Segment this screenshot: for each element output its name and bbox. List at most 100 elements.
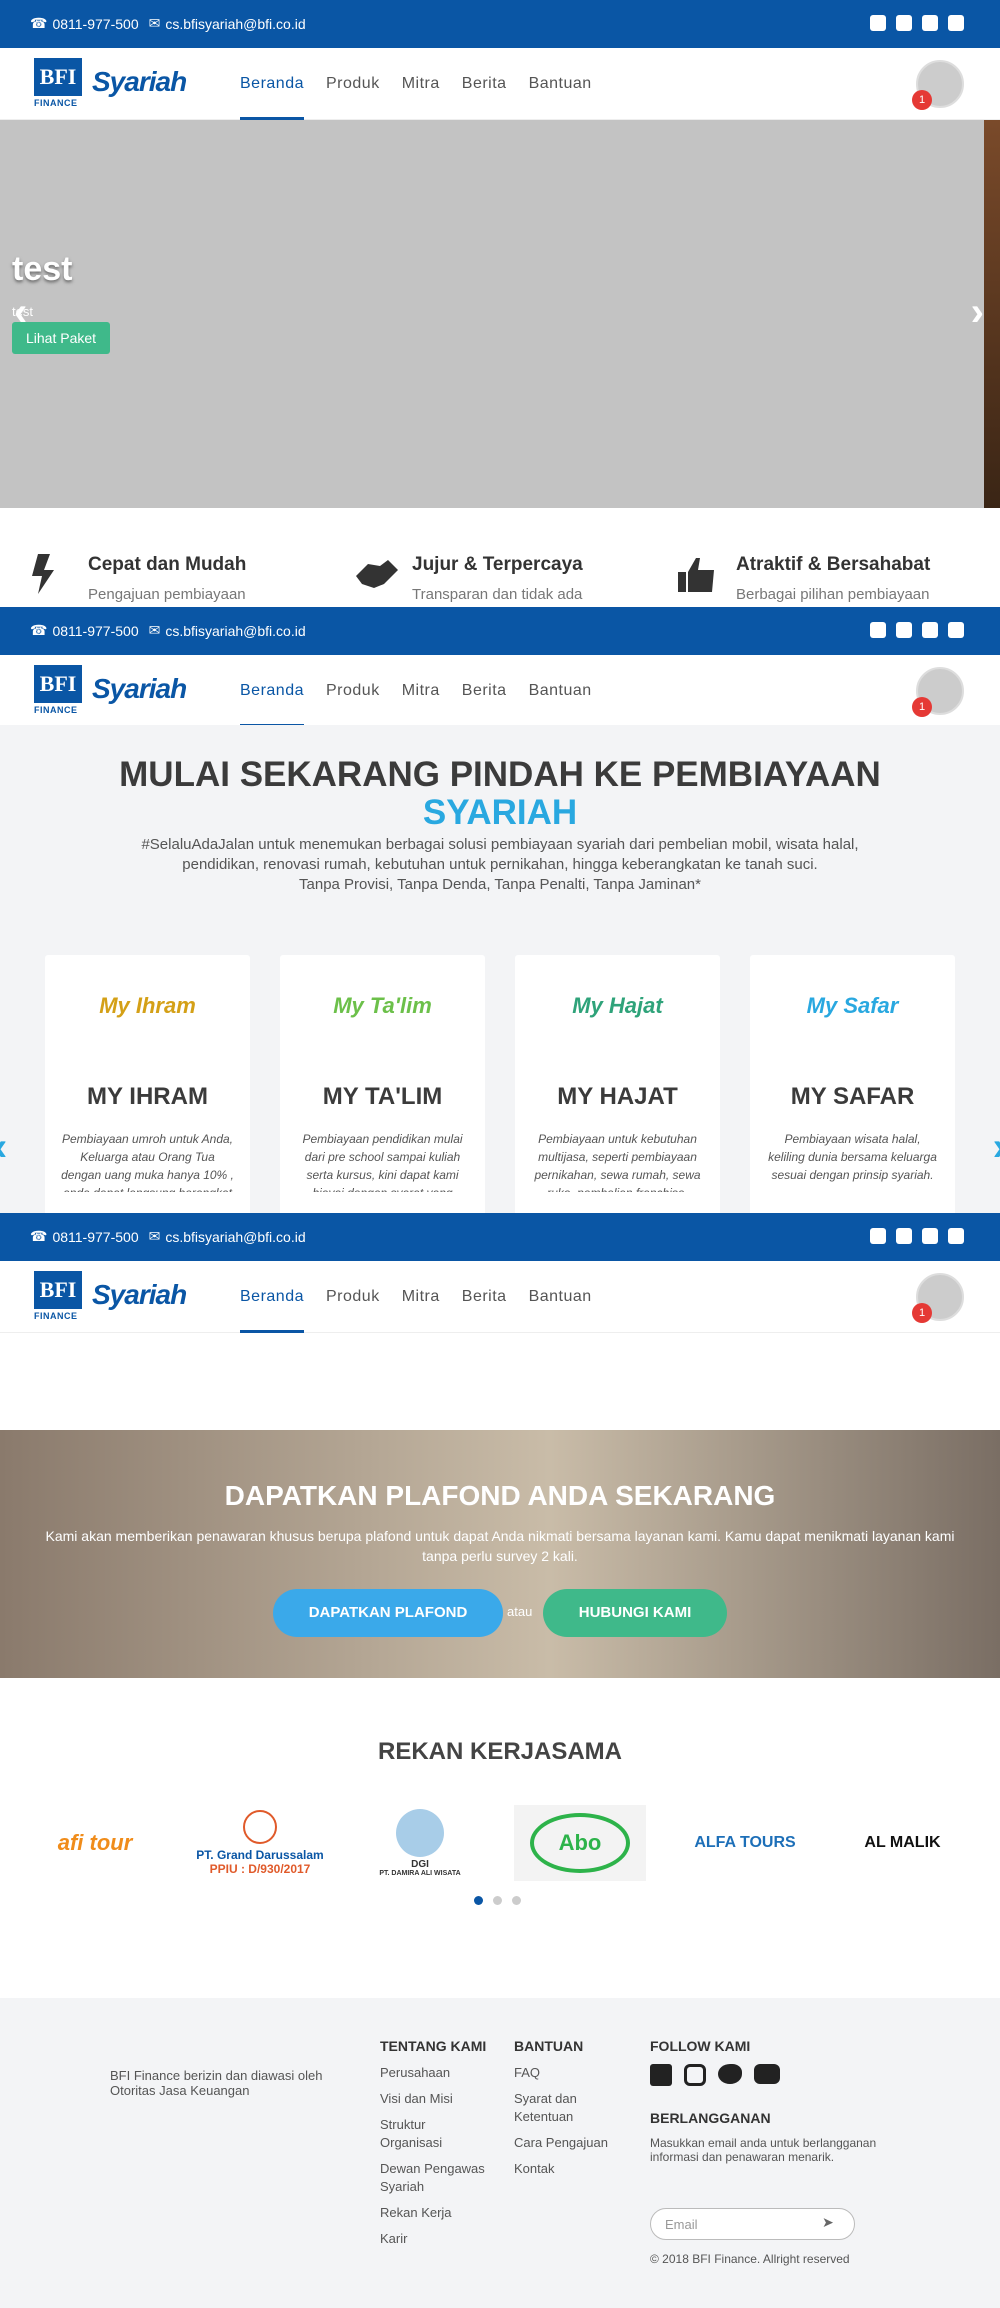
avatar[interactable]: 1	[912, 60, 964, 110]
navbar: BFI FINANCE Syariah Beranda Produk Mitra…	[0, 1261, 1000, 1333]
nav-bantuan[interactable]: Bantuan	[529, 48, 592, 120]
twitter-icon[interactable]	[922, 15, 938, 31]
main-nav: Beranda Produk Mitra Berita Bantuan	[240, 48, 592, 120]
plafond-description: Kami akan memberikan penawaran khusus be…	[45, 1528, 955, 1564]
carousel-dot[interactable]	[493, 1896, 502, 1905]
footer-link[interactable]: Rekan Kerja	[380, 2204, 490, 2222]
nav-mitra[interactable]: Mitra	[402, 1261, 440, 1333]
twitter-icon[interactable]	[718, 2064, 742, 2084]
footer-tentang: TENTANG KAMI Perusahaan Visi dan Misi St…	[380, 2038, 490, 2256]
nav-beranda[interactable]: Beranda	[240, 655, 304, 727]
facebook-icon[interactable]	[896, 1228, 912, 1244]
nav-beranda[interactable]: Beranda	[240, 1261, 304, 1333]
bfi-syariah-logo[interactable]: BFI FINANCE Syariah	[34, 1271, 204, 1323]
twitter-icon[interactable]	[922, 1228, 938, 1244]
phone-icon: ☎	[30, 15, 48, 31]
chevron-left-icon[interactable]: ‹	[14, 290, 27, 335]
nav-bantuan[interactable]: Bantuan	[529, 655, 592, 727]
bfi-syariah-logo[interactable]: BFI FINANCE Syariah	[34, 665, 204, 717]
partners-title: REKAN KERJASAMA	[377, 1738, 623, 1765]
section-description: #SelaluAdaJalan untuk menemukan berbagai…	[141, 836, 859, 893]
twitter-icon[interactable]	[922, 622, 938, 638]
top-bar: ☎ 0811-977-500 ✉ cs.bfisyariah@bfi.co.id	[0, 607, 1000, 655]
instagram-icon[interactable]	[870, 622, 886, 638]
hubungi-kami-button[interactable]: HUBUNGI KAMI	[543, 1589, 727, 1637]
youtube-icon[interactable]	[948, 15, 964, 31]
footer-link[interactable]: Perusahaan	[380, 2064, 490, 2082]
features-strip: Cepat dan Mudah Pengajuan pembiayaan Juj…	[0, 508, 1000, 608]
carousel-dot[interactable]	[474, 1896, 483, 1905]
phone-contact[interactable]: ☎ 0811-977-500	[30, 15, 139, 32]
footer-bantuan: BANTUAN FAQ Syarat dan Ketentuan Cara Pe…	[514, 2038, 614, 2186]
footer-about: BFI Finance berizin dan diawasi oleh Oto…	[110, 2068, 323, 2098]
nav-produk[interactable]: Produk	[326, 655, 380, 727]
footer-link[interactable]: Dewan Pengawas Syariah	[380, 2160, 490, 2196]
nav-beranda[interactable]: Beranda	[240, 48, 304, 120]
avatar[interactable]: 1	[912, 667, 964, 717]
phone-contact[interactable]: ☎ 0811-977-500	[30, 622, 139, 639]
main-nav: Beranda Produk Mitra Berita Bantuan	[240, 655, 592, 727]
main-nav: Beranda Produk Mitra Berita Bantuan	[240, 1261, 592, 1333]
instagram-icon[interactable]	[684, 2064, 706, 2086]
youtube-icon[interactable]	[754, 2064, 780, 2084]
top-bar: ☎ 0811-977-500 ✉ cs.bfisyariah@bfi.co.id	[0, 0, 1000, 48]
phone-contact[interactable]: ☎ 0811-977-500	[30, 1228, 139, 1245]
email-contact[interactable]: ✉ cs.bfisyariah@bfi.co.id	[149, 15, 306, 32]
nav-berita[interactable]: Berita	[462, 655, 507, 727]
nav-mitra[interactable]: Mitra	[402, 655, 440, 727]
dgi-globe-icon	[396, 1809, 444, 1857]
carousel-dot[interactable]	[512, 1896, 521, 1905]
facebook-icon[interactable]	[650, 2064, 672, 2086]
nav-mitra[interactable]: Mitra	[402, 48, 440, 120]
nav-berita[interactable]: Berita	[462, 48, 507, 120]
notification-badge: 1	[912, 1303, 932, 1323]
footer-link[interactable]: Struktur Organisasi	[380, 2116, 490, 2152]
facebook-icon[interactable]	[896, 622, 912, 638]
footer-link[interactable]: Visi dan Misi	[380, 2090, 490, 2108]
phone-icon: ☎	[30, 1228, 48, 1244]
lightning-icon	[32, 554, 54, 594]
youtube-icon[interactable]	[948, 622, 964, 638]
footer-link[interactable]: FAQ	[514, 2064, 614, 2082]
next-slide-peek	[984, 120, 1000, 508]
email-contact[interactable]: ✉ cs.bfisyariah@bfi.co.id	[149, 1228, 306, 1245]
chevron-left-icon[interactable]: ‹	[0, 1125, 7, 1170]
partner-logo[interactable]: ALFA TOURS	[680, 1805, 810, 1881]
partner-logo[interactable]: afi tour	[30, 1805, 160, 1881]
partner-logo[interactable]: Abo	[514, 1805, 646, 1881]
instagram-icon[interactable]	[870, 15, 886, 31]
email-contact[interactable]: ✉ cs.bfisyariah@bfi.co.id	[149, 622, 306, 639]
footer-link[interactable]: Kontak	[514, 2160, 614, 2178]
grand-darussalam-icon	[243, 1810, 277, 1844]
bfi-syariah-logo[interactable]: BFI FINANCE Syariah	[34, 58, 204, 110]
partner-logo[interactable]: DGI PT. DAMIRA ALI WISATA	[375, 1805, 465, 1881]
mail-icon: ✉	[148, 622, 161, 638]
chevron-right-icon[interactable]: ›	[993, 1125, 1000, 1170]
plafond-banner: DAPATKAN PLAFOND ANDA SEKARANG Kami akan…	[0, 1430, 1000, 1678]
avatar[interactable]: 1	[912, 1273, 964, 1323]
nav-produk[interactable]: Produk	[326, 1261, 380, 1333]
nav-produk[interactable]: Produk	[326, 48, 380, 120]
youtube-icon[interactable]	[948, 1228, 964, 1244]
mail-icon: ✉	[148, 1228, 161, 1244]
partner-logo[interactable]: AL MALIK	[855, 1805, 950, 1881]
dapatkan-plafond-button[interactable]: DAPATKAN PLAFOND	[273, 1589, 503, 1637]
chevron-right-icon[interactable]: ›	[971, 290, 984, 335]
footer-link[interactable]: Cara Pengajuan	[514, 2134, 614, 2152]
partner-logo[interactable]: PT. Grand Darussalam PPIU : D/930/2017	[190, 1805, 330, 1881]
plafond-title: DAPATKAN PLAFOND ANDA SEKARANG	[224, 1480, 776, 1511]
footer-follow: FOLLOW KAMI BERLANGGANAN Masukkan email …	[650, 2038, 877, 2164]
copyright: © 2018 BFI Finance. Allright reserved	[650, 2252, 850, 2266]
footer-link[interactable]: Syarat dan Ketentuan	[514, 2090, 614, 2126]
navbar: BFI FINANCE Syariah Beranda Produk Mitra…	[0, 655, 1000, 727]
instagram-icon[interactable]	[870, 1228, 886, 1244]
partners-section: REKAN KERJASAMA afi tour PT. Grand Darus…	[0, 1678, 1000, 1998]
navbar: BFI FINANCE Syariah Beranda Produk Mitra…	[0, 48, 1000, 120]
nav-bantuan[interactable]: Bantuan	[529, 1261, 592, 1333]
footer-link[interactable]: Karir	[380, 2230, 490, 2248]
nav-berita[interactable]: Berita	[462, 1261, 507, 1333]
hero-title: test	[12, 250, 73, 288]
my-ihram-logo: My Ihram	[99, 993, 196, 1018]
send-icon[interactable]: ➤	[822, 2214, 834, 2231]
facebook-icon[interactable]	[896, 15, 912, 31]
